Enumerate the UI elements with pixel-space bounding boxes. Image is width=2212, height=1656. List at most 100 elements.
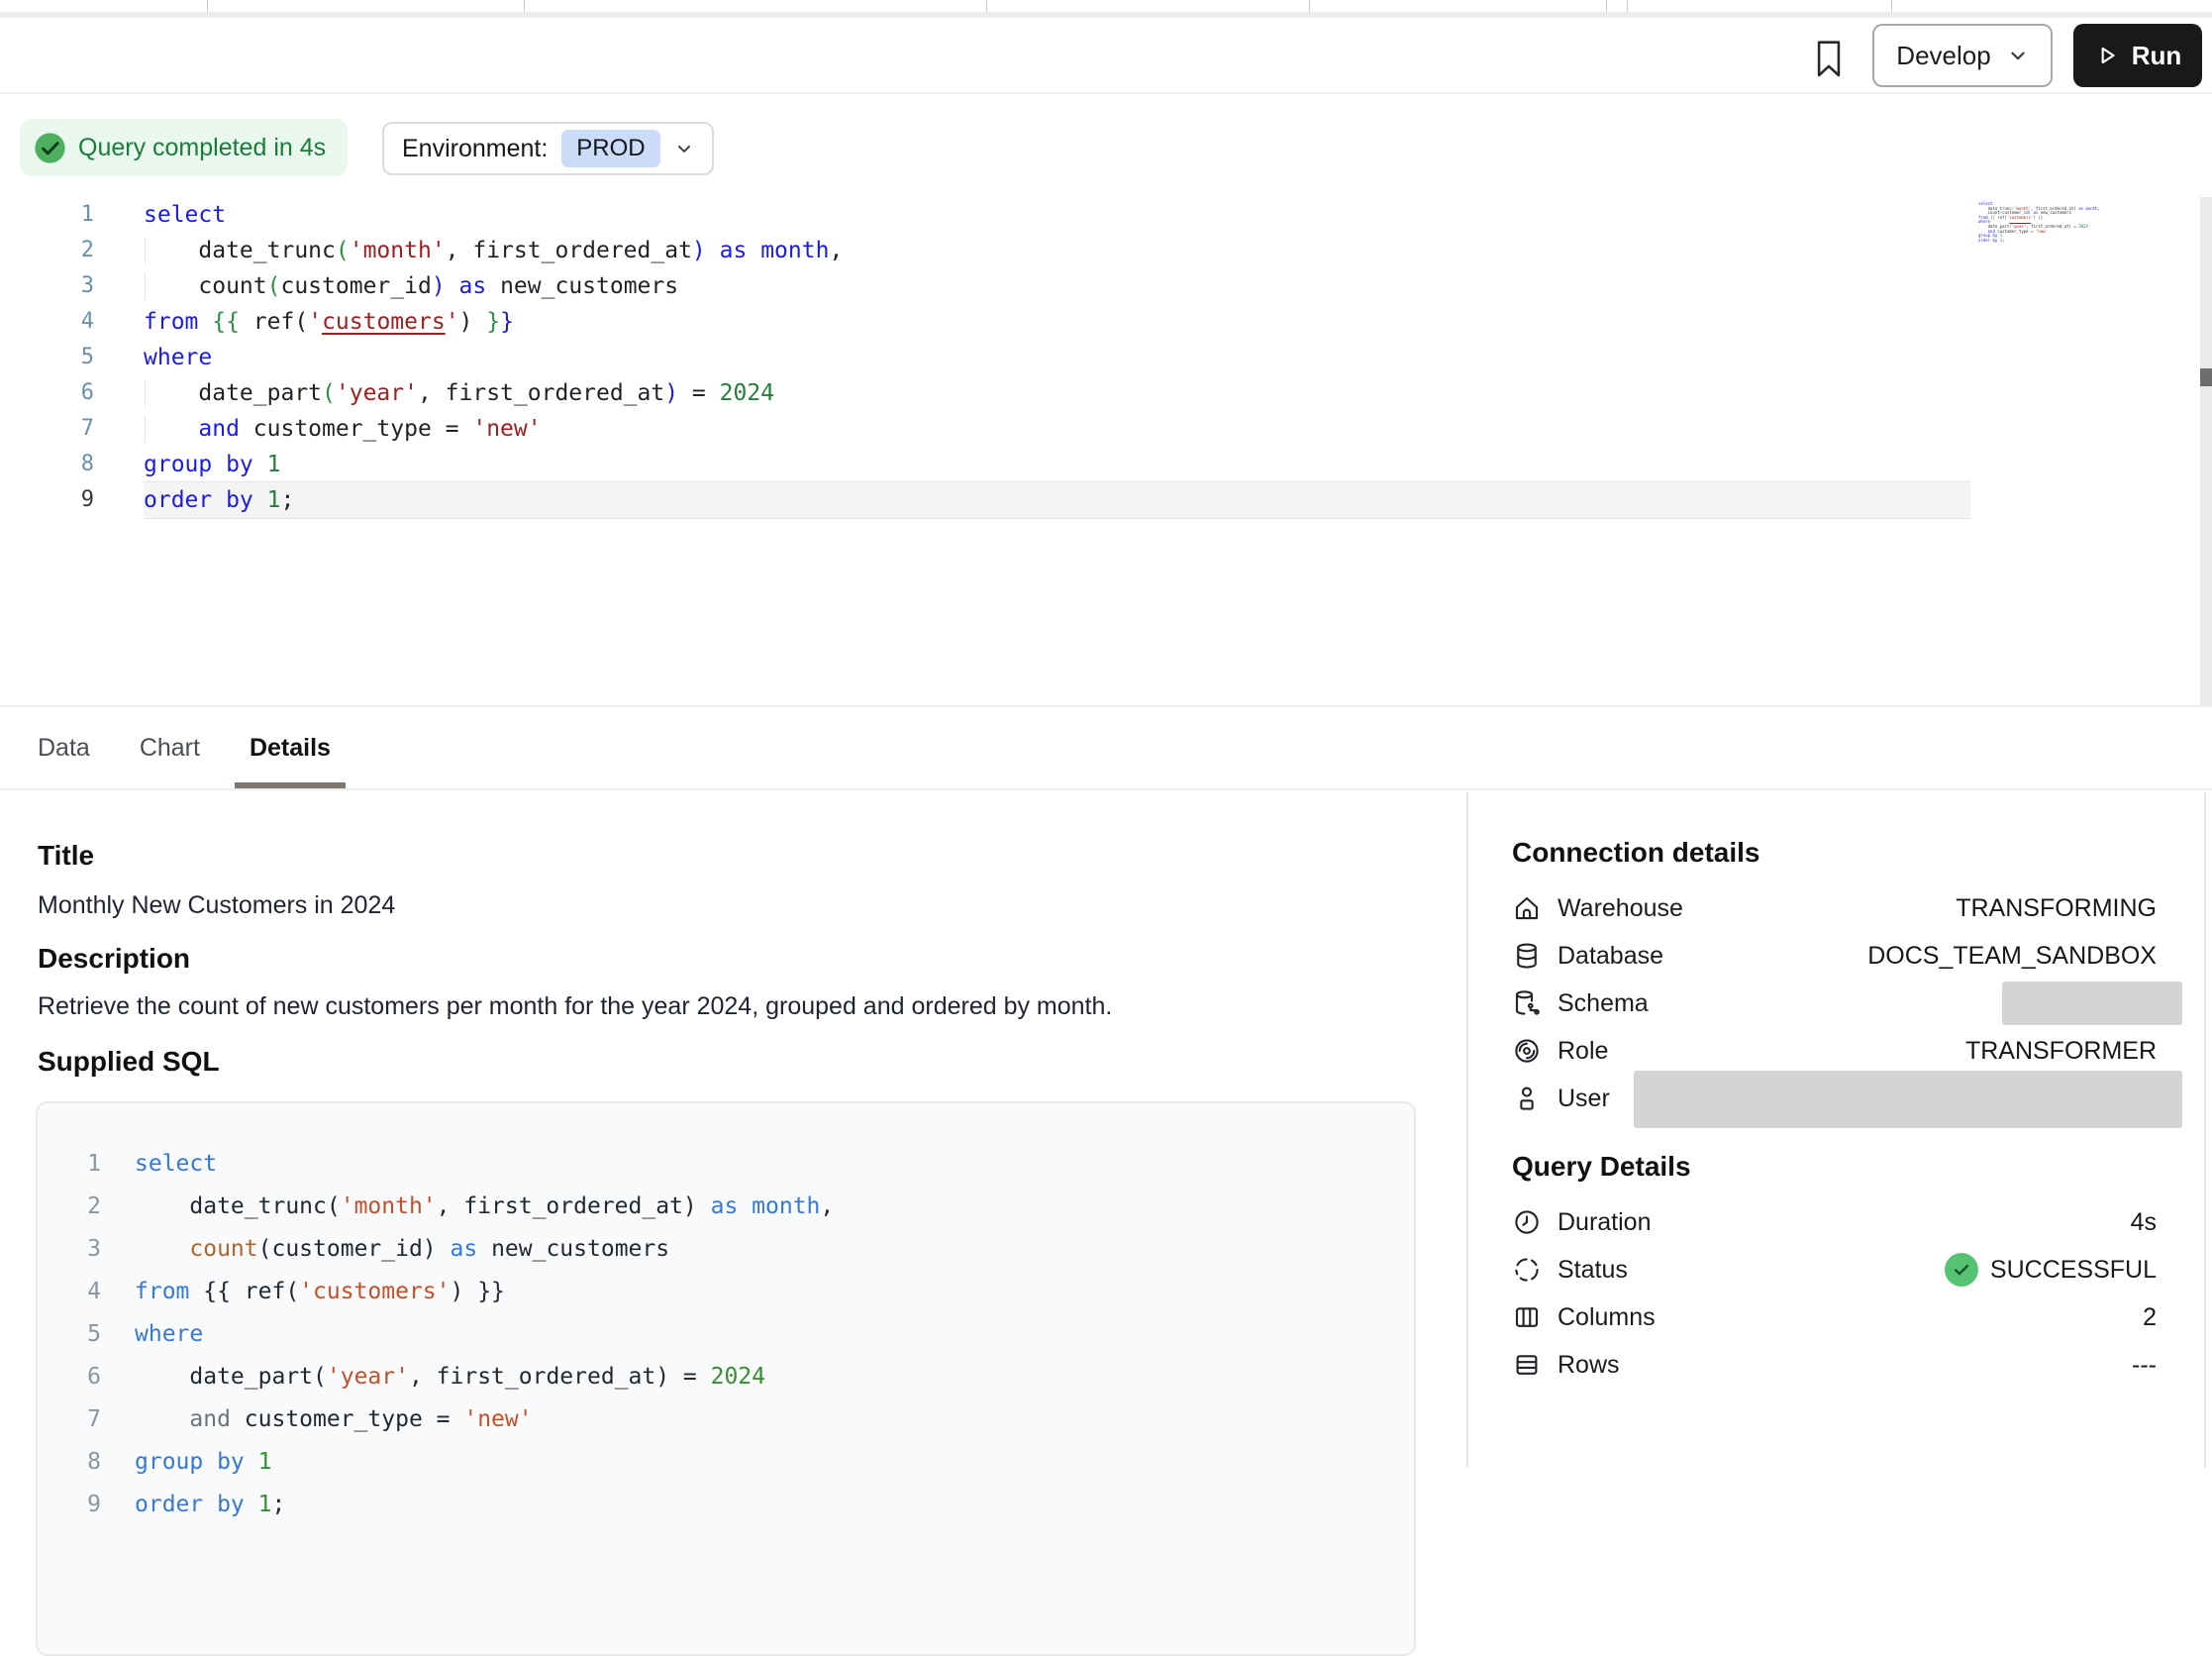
run-button[interactable]: Run xyxy=(2073,24,2202,87)
chevron-down-icon xyxy=(674,139,694,158)
line-number: 3 xyxy=(0,268,94,304)
detail-label: Status xyxy=(1558,1256,1628,1285)
detail-row-schema: Schema xyxy=(1512,980,2157,1027)
detail-label: Columns xyxy=(1558,1303,1656,1332)
redacted-value xyxy=(1634,1071,2182,1128)
line-number: 6 xyxy=(0,375,94,411)
tab-details[interactable]: Details xyxy=(250,707,331,788)
bookmark-button[interactable] xyxy=(1810,36,1848,81)
detail-label: Schema xyxy=(1558,989,1649,1018)
code-line: 1select xyxy=(38,1143,1414,1186)
window-tab-divider xyxy=(524,0,525,12)
indent-guide xyxy=(145,273,146,299)
chevron-down-icon xyxy=(2007,45,2029,66)
detail-label: Database xyxy=(1558,942,1663,971)
line-number: 5 xyxy=(38,1313,101,1356)
line-number: 2 xyxy=(38,1186,101,1228)
window-tabs-strip[interactable] xyxy=(0,0,2212,12)
tab-data[interactable]: Data xyxy=(38,707,90,788)
line-number: 1 xyxy=(0,197,94,233)
window-tab-divider xyxy=(1891,0,1892,12)
duration-icon xyxy=(1512,1207,1542,1237)
bookmark-icon xyxy=(1812,37,1846,80)
develop-label: Develop xyxy=(1896,41,1990,71)
code-line: 1select xyxy=(0,197,1970,233)
detail-label: Warehouse xyxy=(1558,894,1683,923)
title-value: Monthly New Customers in 2024 xyxy=(38,891,395,920)
window-tab-divider xyxy=(1309,0,1310,12)
detail-row-role: Role TRANSFORMER xyxy=(1512,1027,2157,1075)
user-icon xyxy=(1512,1084,1542,1113)
role-icon xyxy=(1512,1036,1542,1066)
description-heading: Description xyxy=(38,943,190,975)
code-line: 5where xyxy=(0,340,1970,375)
connection-details-heading: Connection details xyxy=(1512,837,1760,869)
code-line: 6 date_part('year', first_ordered_at) = … xyxy=(38,1356,1414,1398)
editor-minimap[interactable]: 1select2 date_trunc('month', first_order… xyxy=(1978,202,2100,243)
code-line: 4from {{ ref('customers') }} xyxy=(38,1271,1414,1313)
detail-value: TRANSFORMER xyxy=(1965,1037,2157,1066)
editor-scrollbar-handle[interactable] xyxy=(2200,368,2212,386)
code-line: 3 count(customer_id) as new_customers xyxy=(0,268,1970,304)
code-line: 7 and customer_type = 'new' xyxy=(0,411,1970,447)
window-tab-divider xyxy=(1606,0,1607,12)
warehouse-icon xyxy=(1512,893,1542,923)
detail-value: --- xyxy=(2132,1351,2157,1380)
detail-row-rows: Rows--- xyxy=(1512,1341,2157,1389)
detail-value: 2 xyxy=(2143,1303,2157,1332)
window-tab-divider xyxy=(986,0,987,12)
run-label: Run xyxy=(2132,41,2182,71)
line-number: 9 xyxy=(38,1484,101,1526)
code-line: 2 date_trunc('month', first_ordered_at) … xyxy=(38,1186,1414,1228)
schema-icon xyxy=(1512,988,1542,1018)
code-line: 6 date_part('year', first_ordered_at) = … xyxy=(0,375,1970,411)
line-number: 6 xyxy=(38,1356,101,1398)
indent-guide xyxy=(145,238,146,263)
detail-value: DOCS_TEAM_SANDBOX xyxy=(1867,942,2157,971)
sql-editor[interactable]: 1select2 date_trunc('month', first_order… xyxy=(0,197,1970,518)
check-circle-icon xyxy=(34,132,66,164)
editor-scrollbar-track[interactable] xyxy=(2200,197,2212,750)
detail-value: 4s xyxy=(2131,1208,2157,1237)
rows-icon xyxy=(1512,1350,1542,1380)
detail-row-database: Database DOCS_TEAM_SANDBOX xyxy=(1512,932,2157,980)
environment-label: Environment: xyxy=(402,135,548,163)
code-line: 9order by 1; xyxy=(0,482,1970,518)
database-icon xyxy=(1512,941,1542,971)
detail-row-warehouse: WarehouseTRANSFORMING xyxy=(1512,884,2157,932)
query-details-heading: Query Details xyxy=(1512,1151,1691,1183)
develop-dropdown-button[interactable]: Develop xyxy=(1872,24,2053,87)
code-line: 5where xyxy=(38,1313,1414,1356)
columns-icon xyxy=(1512,1302,1542,1332)
code-line: 8group by 1 xyxy=(0,447,1970,482)
title-heading: Title xyxy=(38,840,94,872)
indent-guide xyxy=(145,380,146,406)
query-status-badge: Query completed in 4s xyxy=(20,119,348,176)
check-circle-icon xyxy=(1945,1253,1978,1287)
code-line: 9order by 1; xyxy=(38,1484,1414,1526)
window-tab-divider xyxy=(1627,0,1628,12)
environment-dropdown[interactable]: Environment: PROD xyxy=(382,122,714,175)
status-icon xyxy=(1512,1255,1542,1285)
redacted-value xyxy=(2002,982,2182,1025)
query-status-text: Query completed in 4s xyxy=(78,134,326,162)
code-line: 3 count(customer_id) as new_customers xyxy=(38,1228,1414,1271)
line-number: 7 xyxy=(0,411,94,447)
panel-divider xyxy=(1466,792,1468,1468)
code-line: 4from {{ ref('customers') }} xyxy=(0,304,1970,340)
line-number: 4 xyxy=(0,304,94,340)
window-tabs-shadow xyxy=(0,12,2212,18)
play-icon xyxy=(2094,43,2120,68)
detail-label: Duration xyxy=(1558,1208,1652,1237)
detail-label: Role xyxy=(1558,1037,1608,1066)
connection-details-rows: WarehouseTRANSFORMING Database DOCS_TEAM_S… xyxy=(1512,884,2157,1122)
line-number: 5 xyxy=(0,340,94,375)
results-tabs: Data Chart Details xyxy=(0,705,2212,790)
toolbar-divider xyxy=(0,92,2212,94)
detail-row-columns: Columns 2 xyxy=(1512,1294,2157,1341)
supplied-sql-heading: Supplied SQL xyxy=(38,1046,220,1078)
tab-chart[interactable]: Chart xyxy=(140,707,200,788)
query-details-rows: Duration4sStatusSUCCESSFULColumns2Rows--… xyxy=(1512,1198,2157,1389)
line-number: 3 xyxy=(38,1228,101,1271)
description-value: Retrieve the count of new customers per … xyxy=(38,992,1112,1021)
